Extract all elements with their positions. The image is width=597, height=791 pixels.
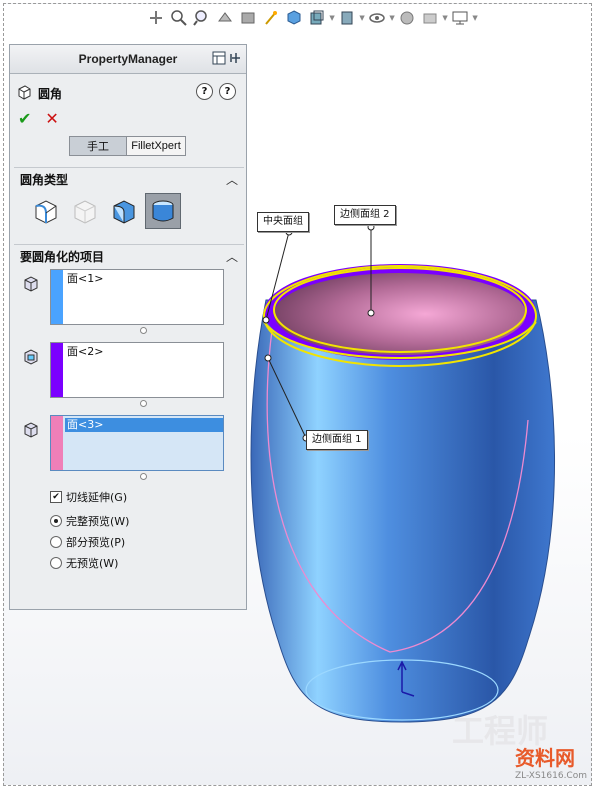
list-item[interactable]: 面<1> — [65, 272, 105, 286]
resize-grip[interactable] — [140, 327, 147, 334]
property-manager-panel: PropertyManager 圆角 ? ? ✔ ✕ 手工 FilletXper… — [9, 44, 247, 610]
preview-partial-radio[interactable] — [50, 536, 62, 548]
preview-full-radio[interactable] — [50, 515, 62, 527]
pin-icon[interactable] — [230, 51, 242, 68]
preview-none-radio[interactable] — [50, 557, 62, 569]
resize-grip[interactable] — [140, 473, 147, 480]
mode-tabs: 手工 FilletXpert — [69, 136, 186, 156]
watermark-brand: 资料网 — [514, 746, 575, 770]
side-face-set-2-list[interactable]: 面<3> — [50, 415, 224, 471]
panel-layout-icon[interactable] — [212, 51, 226, 68]
feature-title: 圆角 — [38, 86, 63, 101]
preview-none-option[interactable]: 无预览(W) — [50, 555, 118, 571]
ok-button[interactable]: ✔ — [18, 109, 31, 128]
preview-partial-option[interactable]: 部分预览(P) — [50, 534, 125, 550]
property-manager-header: PropertyManager — [10, 45, 246, 74]
watermark-url: ZL-XS1616.Com — [514, 771, 587, 781]
tab-filletxpert[interactable]: FilletXpert — [127, 136, 186, 156]
preview-full-label: 完整预览(W) — [66, 515, 130, 528]
side-face-set-2-icon — [22, 421, 40, 439]
center-face-set-list[interactable]: 面<2> — [50, 342, 224, 398]
info-icon[interactable]: ? — [219, 83, 236, 100]
section-items-header[interactable]: 要圆角化的项目 ︿ — [14, 244, 244, 267]
resize-grip[interactable] — [140, 400, 147, 407]
watermark-logo: 资料网 ZL-XS1616.Com — [515, 742, 587, 781]
property-manager-title: PropertyManager — [78, 52, 178, 66]
callout-center-face-set: 中央面组 — [257, 212, 309, 232]
fillet-feature-icon — [16, 84, 32, 103]
center-face-set-icon — [22, 348, 40, 366]
callout-side-face-set-2: 边侧面组 2 — [334, 205, 396, 225]
preview-full-option[interactable]: 完整预览(W) — [50, 513, 129, 529]
tab-manual[interactable]: 手工 — [69, 136, 127, 156]
face-fillet-icon[interactable] — [106, 193, 142, 229]
tangent-propagation-label: 切线延伸(G) — [66, 491, 128, 504]
side-face-set-1-icon — [22, 275, 40, 293]
section-fillet-type-header[interactable]: 圆角类型 ︿ — [14, 167, 244, 190]
cup-body — [250, 299, 556, 723]
list-item[interactable]: 面<3> — [65, 418, 223, 432]
callout-side-face-set-1: 边侧面组 1 — [306, 430, 368, 450]
side-face-set-1-list[interactable]: 面<1> — [50, 269, 224, 325]
variable-radius-fillet-icon[interactable] — [67, 193, 103, 229]
section-fillet-type-title: 圆角类型 — [20, 172, 69, 187]
preview-partial-label: 部分预览(P) — [66, 536, 126, 549]
constant-radius-fillet-icon[interactable] — [28, 193, 64, 229]
side-face-set-2-color — [51, 416, 63, 470]
help-icon[interactable]: ? — [196, 83, 213, 100]
section-items-title: 要圆角化的项目 — [20, 249, 105, 264]
cup-inner — [274, 273, 526, 355]
tangent-propagation-checkbox[interactable]: ✔ — [50, 491, 62, 503]
tangent-propagation-option[interactable]: ✔ 切线延伸(G) — [50, 489, 127, 505]
chevron-up-icon[interactable]: ︿ — [226, 248, 238, 265]
list-item[interactable]: 面<2> — [65, 345, 105, 359]
chevron-up-icon[interactable]: ︿ — [226, 171, 238, 188]
side-face-set-1-color — [51, 270, 63, 324]
full-round-fillet-icon[interactable] — [145, 193, 181, 229]
cancel-button[interactable]: ✕ — [45, 109, 58, 128]
fillet-type-buttons — [28, 193, 181, 229]
preview-none-label: 无预览(W) — [66, 557, 119, 570]
center-face-set-color — [51, 343, 63, 397]
feature-title-row: 圆角 ? ? — [16, 83, 240, 103]
